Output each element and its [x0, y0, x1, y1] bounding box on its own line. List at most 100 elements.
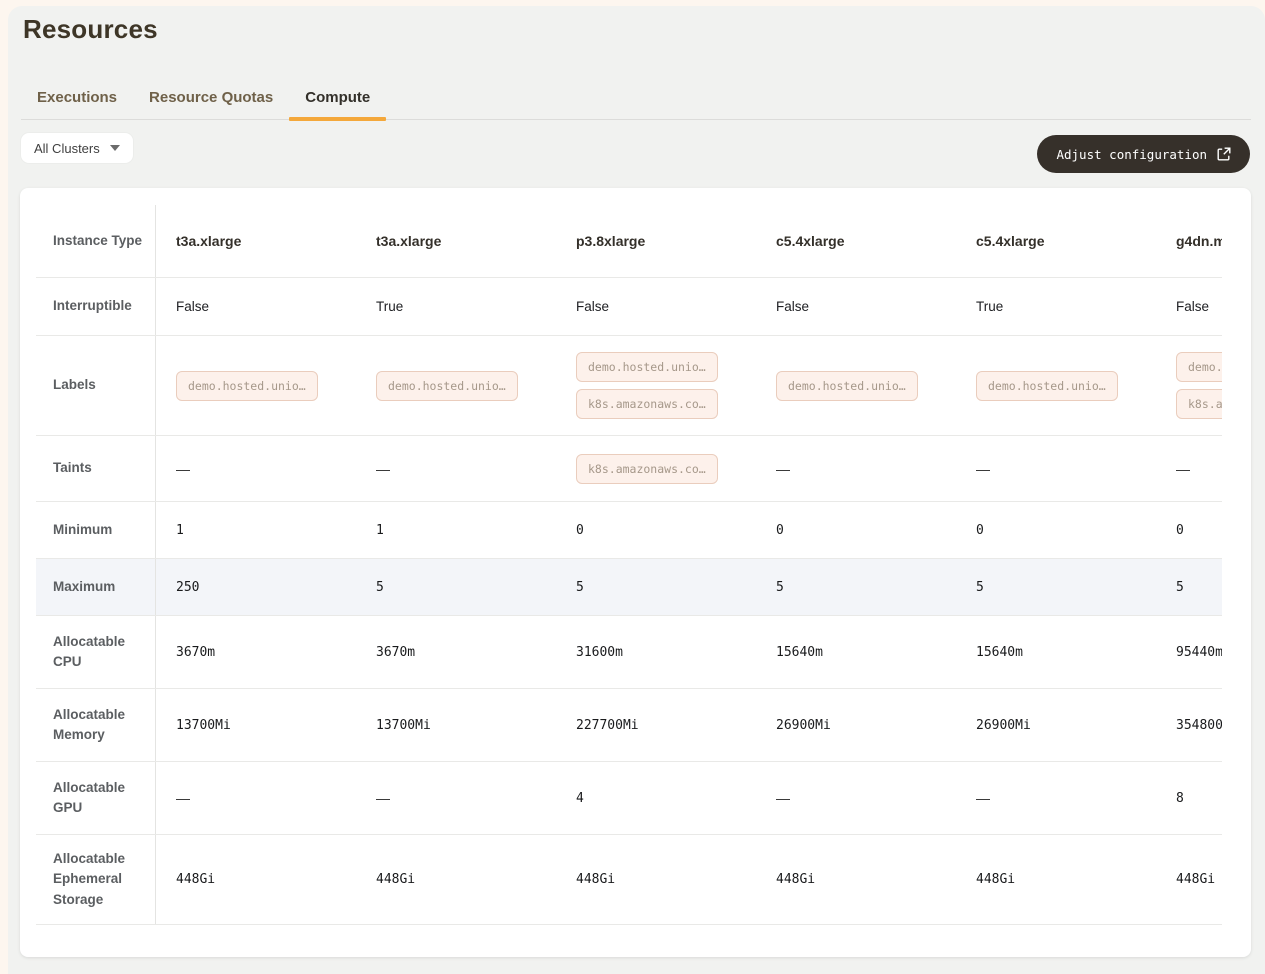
maximum-value: 5	[376, 580, 384, 595]
tab-executions[interactable]: Executions	[21, 79, 133, 119]
cell-interruptible-col1: False	[156, 278, 356, 335]
cell-labels-col3: demo.hosted.unio…k8s.amazonaws.co…	[556, 336, 756, 435]
interruptible-value: True	[976, 299, 1003, 314]
table-row-minimum: Minimum110000	[36, 502, 1222, 559]
adjust-configuration-label: Adjust configuration	[1056, 147, 1207, 162]
instance_type-value: p3.8xlarge	[576, 233, 645, 249]
gpu-value: —	[776, 790, 790, 806]
table-row-labels: Labelsdemo.hosted.unio…demo.hosted.unio……	[36, 336, 1222, 436]
cell-minimum-col4: 0	[756, 502, 956, 558]
tab-resource-quotas[interactable]: Resource Quotas	[133, 79, 289, 119]
cell-gpu-col1: —	[156, 762, 356, 834]
cell-instance_type-col3: p3.8xlarge	[556, 205, 756, 277]
instance_type-value: c5.4xlarge	[776, 233, 845, 249]
cell-minimum-col6: 0	[1156, 502, 1222, 558]
cell-storage-col6: 448Gi	[1156, 835, 1222, 924]
minimum-value: 0	[976, 523, 984, 538]
cell-maximum-col1: 250	[156, 559, 356, 615]
cell-labels-col1: demo.hosted.unio…	[156, 336, 356, 435]
cell-instance_type-col4: c5.4xlarge	[756, 205, 956, 277]
minimum-value: 0	[576, 523, 584, 538]
compute-table: Instance Type t3a.xlarge t3a.xlarge p3.8xla…	[36, 205, 1222, 925]
label-chip: demo.hosted.unio…	[176, 371, 318, 401]
cpu-value: 31600m	[576, 645, 623, 660]
instance_type-value: g4dn.metal	[1176, 233, 1222, 249]
storage-value: 448Gi	[576, 872, 615, 887]
memory-value: 227700Mi	[576, 718, 639, 733]
cell-gpu-col2: —	[356, 762, 556, 834]
cell-taints-col6: —	[1156, 436, 1222, 501]
cell-maximum-col4: 5	[756, 559, 956, 615]
maximum-value: 5	[976, 580, 984, 595]
cell-storage-col1: 448Gi	[156, 835, 356, 924]
gpu-value: —	[976, 790, 990, 806]
cell-instance_type-col2: t3a.xlarge	[356, 205, 556, 277]
row-label-storage: Allocatable Ephemeral Storage	[36, 835, 156, 924]
cell-minimum-col3: 0	[556, 502, 756, 558]
cell-gpu-col4: —	[756, 762, 956, 834]
maximum-value: 5	[576, 580, 584, 595]
main-panel: Resources Executions Resource Quotas Com…	[8, 6, 1265, 974]
memory-value: 13700Mi	[376, 718, 431, 733]
row-label-gpu: Allocatable GPU	[36, 762, 156, 834]
cluster-filter-dropdown[interactable]: All Clusters	[21, 133, 133, 163]
empty-value: —	[376, 461, 390, 477]
cell-interruptible-col6: False	[1156, 278, 1222, 335]
cpu-value: 3670m	[176, 645, 215, 660]
chevron-down-icon	[110, 145, 120, 151]
cell-memory-col5: 26900Mi	[956, 689, 1156, 761]
label-chip: demo.hosted.unio…	[976, 371, 1118, 401]
storage-value: 448Gi	[1176, 872, 1215, 887]
table-row-instance_type: Instance Type t3a.xlarge t3a.xlarge p3.8xla…	[36, 205, 1222, 278]
gpu-value: 8	[1176, 791, 1184, 806]
cell-memory-col6: 354800Mi	[1156, 689, 1222, 761]
cell-cpu-col2: 3670m	[356, 616, 556, 688]
table-row-gpu: Allocatable GPU——4——8	[36, 762, 1222, 835]
cell-instance_type-col5: c5.4xlarge	[956, 205, 1156, 277]
taint-chip: k8s.amazonaws.co…	[576, 454, 718, 484]
cell-taints-col2: —	[356, 436, 556, 501]
memory-value: 354800Mi	[1176, 718, 1222, 733]
maximum-value: 5	[1176, 580, 1184, 595]
cell-interruptible-col3: False	[556, 278, 756, 335]
cell-minimum-col5: 0	[956, 502, 1156, 558]
memory-value: 13700Mi	[176, 718, 231, 733]
cell-cpu-col6: 95440m	[1156, 616, 1222, 688]
chip-stack: demo.hosted.unio…k8s.amazonaws.co…	[576, 352, 718, 419]
storage-value: 448Gi	[776, 872, 815, 887]
cell-memory-col1: 13700Mi	[156, 689, 356, 761]
interruptible-value: False	[776, 299, 809, 314]
gpu-value: —	[176, 790, 190, 806]
instance_type-value: t3a.xlarge	[376, 233, 441, 249]
label-chip: demo.hosted.unio…	[776, 371, 918, 401]
table-row-storage: Allocatable Ephemeral Storage448Gi448Gi4…	[36, 835, 1222, 925]
external-link-icon	[1217, 147, 1231, 161]
cell-taints-col1: —	[156, 436, 356, 501]
table-row-maximum: Maximum25055555	[36, 559, 1222, 616]
cell-storage-col5: 448Gi	[956, 835, 1156, 924]
table-row-cpu: Allocatable CPU3670m3670m31600m15640m156…	[36, 616, 1222, 689]
chip-stack: demo.hosted.unio…	[976, 371, 1118, 401]
instance_type-value: t3a.xlarge	[176, 233, 241, 249]
cell-labels-col4: demo.hosted.unio…	[756, 336, 956, 435]
cell-maximum-col2: 5	[356, 559, 556, 615]
row-label-instance_type: Instance Type	[36, 205, 156, 277]
storage-value: 448Gi	[376, 872, 415, 887]
table-row-interruptible: InterruptibleFalseTrueFalseFalseTrueFals…	[36, 278, 1222, 336]
label-chip: k8s.amazonaws.co…	[576, 389, 718, 419]
cell-storage-col2: 448Gi	[356, 835, 556, 924]
chip-stack: demo.hosted.unio…	[376, 371, 518, 401]
row-label-interruptible: Interruptible	[36, 278, 156, 335]
cell-memory-col4: 26900Mi	[756, 689, 956, 761]
row-label-cpu: Allocatable CPU	[36, 616, 156, 688]
cpu-value: 15640m	[776, 645, 823, 660]
tab-compute[interactable]: Compute	[289, 79, 386, 119]
cell-instance_type-col1: t3a.xlarge	[156, 205, 356, 277]
adjust-configuration-button[interactable]: Adjust configuration	[1037, 135, 1250, 173]
cell-gpu-col5: —	[956, 762, 1156, 834]
empty-value: —	[976, 461, 990, 477]
storage-value: 448Gi	[976, 872, 1015, 887]
label-chip: demo.hosted.unio…	[1176, 352, 1222, 382]
chip-stack: demo.hosted.unio…	[176, 371, 318, 401]
row-label-minimum: Minimum	[36, 502, 156, 558]
